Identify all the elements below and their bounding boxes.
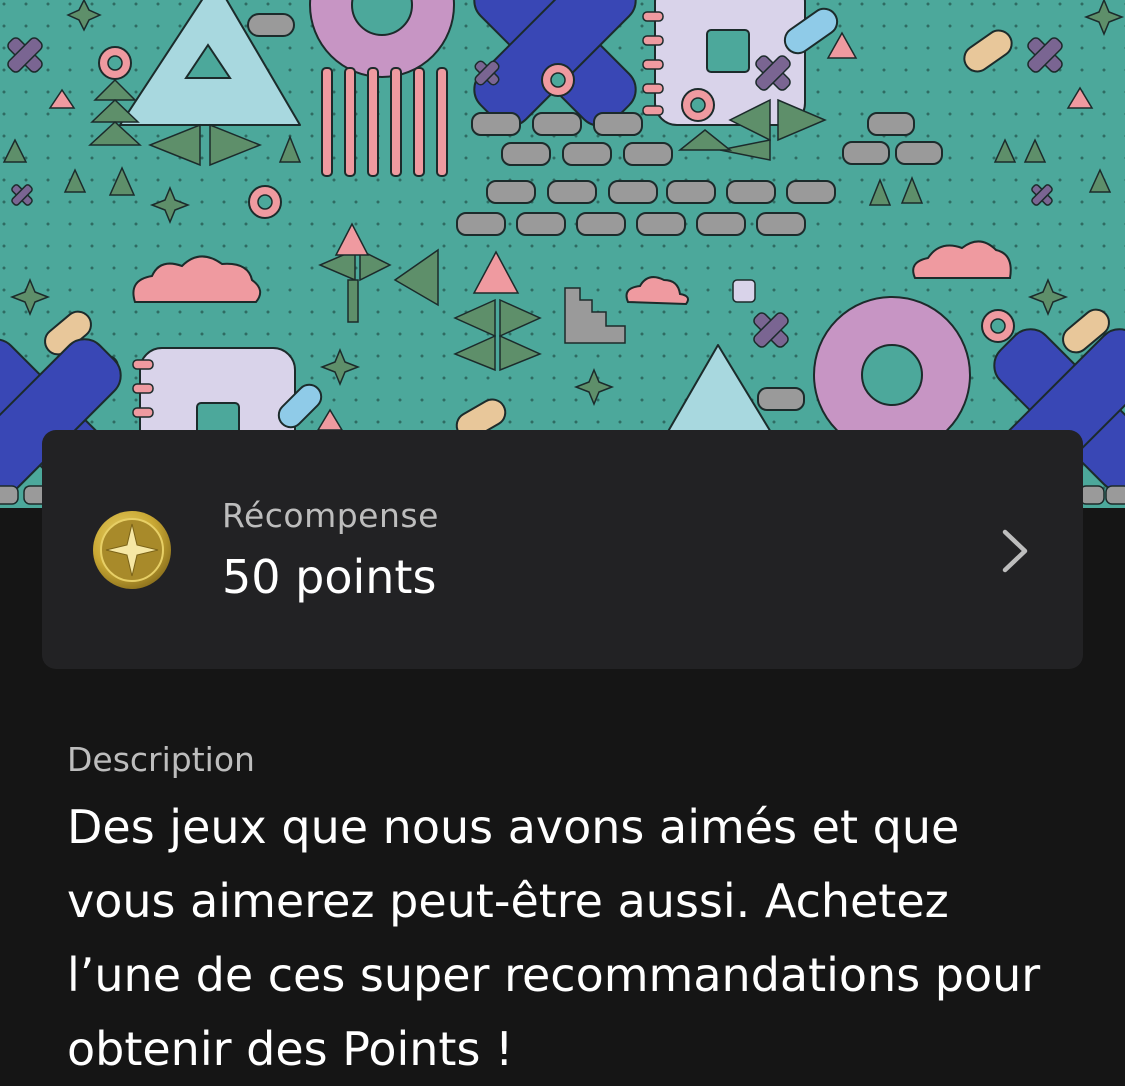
description-label: Description [67,740,255,779]
reward-label: Récompense [222,496,439,535]
chevron-right-icon[interactable] [998,526,1032,576]
reward-points-value: 50 points [222,550,437,604]
star-coin-icon [93,511,171,589]
reward-card[interactable]: Récompense 50 points [42,430,1083,669]
description-text: Des jeux que nous avons aimés et que vou… [67,800,1041,1076]
